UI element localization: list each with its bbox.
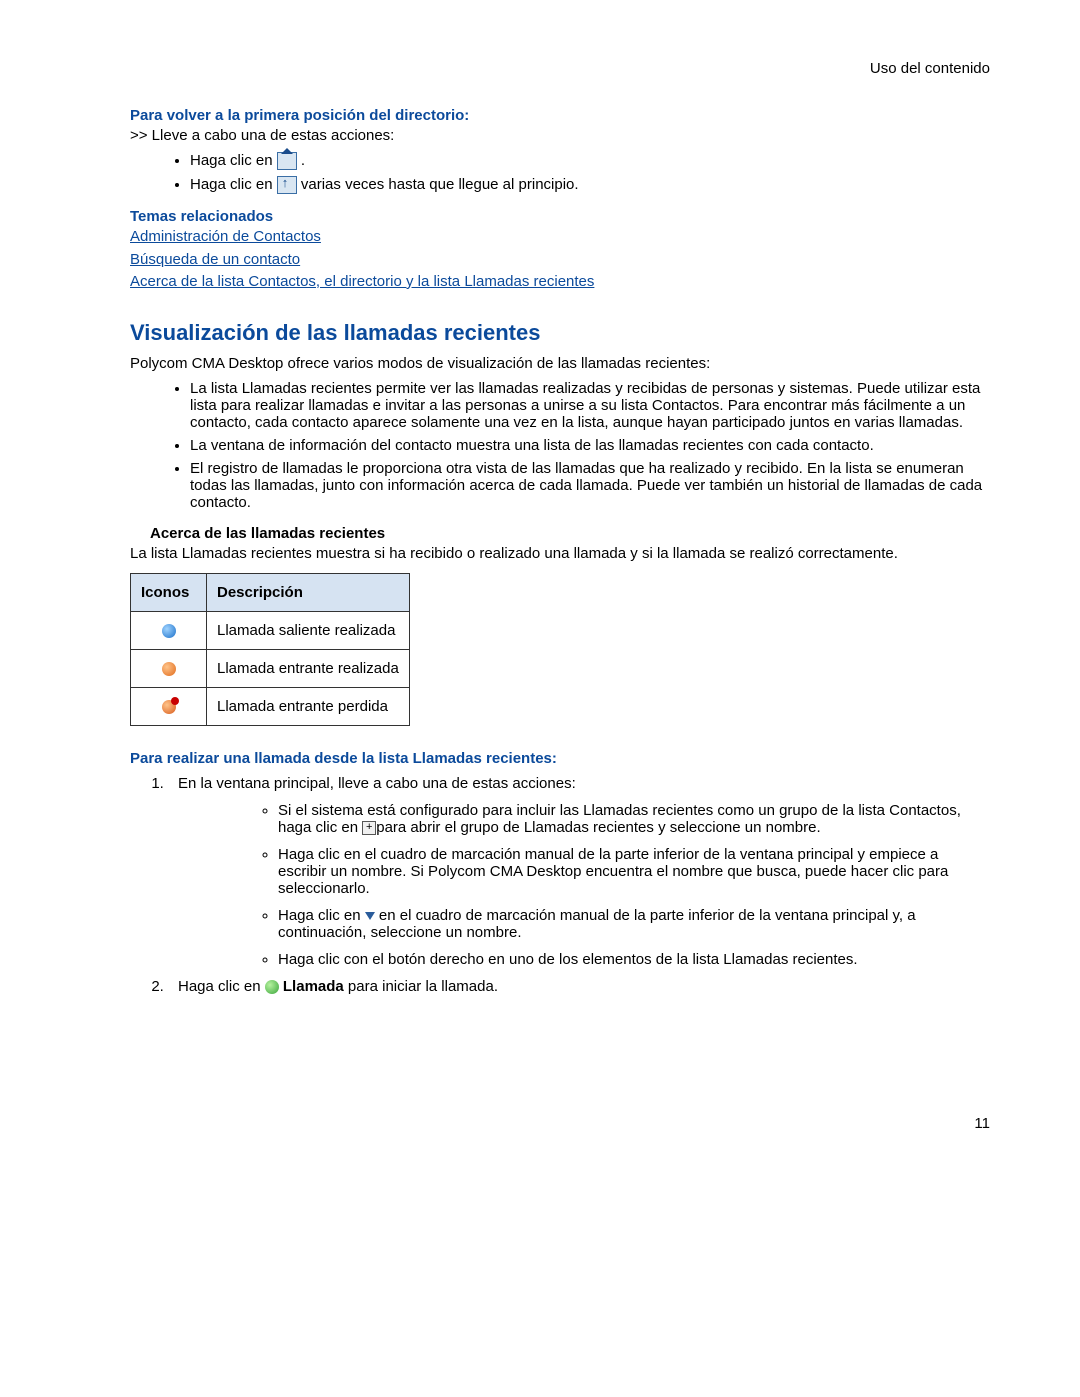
about-recent-calls-heading: Acerca de las llamadas recientes <box>150 525 990 542</box>
section-title: Visualización de las llamadas recientes <box>130 320 990 346</box>
dropdown-icon <box>365 912 375 920</box>
about-recent-calls-text: La lista Llamadas recientes muestra si h… <box>130 544 990 564</box>
incoming-call-icon <box>162 662 176 676</box>
list-item: Si el sistema está configurado para incl… <box>278 802 990 836</box>
list-item: El registro de llamadas le proporciona o… <box>190 460 990 511</box>
link-busqueda-contacto[interactable]: Búsqueda de un contacto <box>130 251 300 268</box>
table-cell: Llamada saliente realizada <box>207 611 410 649</box>
up-icon <box>277 176 297 194</box>
document-page: Uso del contenido Para volver a la prime… <box>0 0 1080 1192</box>
text-fragment: para iniciar la llamada. <box>344 978 498 995</box>
home-icon <box>277 152 297 170</box>
list-item: Haga clic con el botón derecho en uno de… <box>278 951 990 968</box>
list-item: Haga clic en el cuadro de marcación manu… <box>278 846 990 897</box>
table-cell: Llamada entrante realizada <box>207 649 410 687</box>
text-fragment: Haga clic en <box>278 907 365 924</box>
subheading-return-first: Para volver a la primera posición del di… <box>130 107 990 124</box>
call-label: Llamada <box>283 978 344 995</box>
text-fragment: varias veces hasta que llegue al princip… <box>301 176 579 193</box>
related-topics-heading: Temas relacionados <box>130 208 990 225</box>
list-item: La ventana de información del contacto m… <box>190 437 990 454</box>
intro-text: Polycom CMA Desktop ofrece varios modos … <box>130 354 990 374</box>
list-item: Haga clic en en el cuadro de marcación m… <box>278 907 990 941</box>
expand-icon <box>362 821 376 835</box>
text-fragment: para abrir el grupo de Llamadas reciente… <box>376 819 820 836</box>
text-fragment: Haga clic en <box>190 176 277 193</box>
table-row: Llamada entrante perdida <box>131 687 410 725</box>
table-cell: Llamada entrante perdida <box>207 687 410 725</box>
outgoing-call-icon <box>162 624 176 638</box>
page-number: 11 <box>130 1115 990 1132</box>
step-1: En la ventana principal, lleve a cabo un… <box>168 775 990 968</box>
list-item: Haga clic en varias veces hasta que lleg… <box>190 176 990 194</box>
text-fragment: Haga clic en <box>178 978 265 995</box>
text-fragment: Haga clic en <box>190 152 277 169</box>
call-icon <box>265 980 279 994</box>
list-item: Haga clic en . <box>190 152 990 170</box>
table-row: Llamada saliente realizada <box>131 611 410 649</box>
procedure-heading: Para realizar una llamada desde la lista… <box>130 750 990 767</box>
step-text: En la ventana principal, lleve a cabo un… <box>178 775 576 792</box>
step-2: Haga clic en Llamada para iniciar la lla… <box>168 978 990 995</box>
table-row: Llamada entrante realizada <box>131 649 410 687</box>
header-category: Uso del contenido <box>130 60 990 77</box>
text-fragment: . <box>301 152 305 169</box>
table-header-description: Descripción <box>207 573 410 611</box>
link-acerca-lista[interactable]: Acerca de la lista Contactos, el directo… <box>130 273 594 290</box>
link-admin-contactos[interactable]: Administración de Contactos <box>130 228 321 245</box>
icons-table: Iconos Descripción Llamada saliente real… <box>130 573 410 726</box>
lead-text: >> Lleve a cabo una de estas acciones: <box>130 126 990 146</box>
table-header-icons: Iconos <box>131 573 207 611</box>
missed-call-icon <box>162 700 176 714</box>
list-item: La lista Llamadas recientes permite ver … <box>190 380 990 431</box>
